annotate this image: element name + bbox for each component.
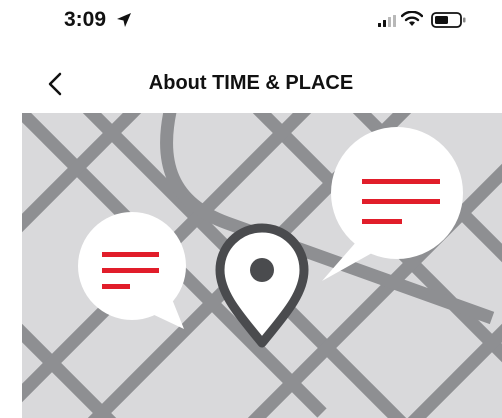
status-time: 3:09	[64, 8, 107, 31]
battery-icon	[431, 12, 466, 28]
wifi-icon	[401, 11, 423, 26]
cellular-signal-icon	[378, 15, 396, 27]
page-title: About TIME & PLACE	[148, 72, 354, 94]
nav-bar: About TIME & PLACE	[0, 64, 502, 108]
status-bar: 3:09	[0, 0, 502, 44]
map-illustration	[22, 113, 502, 418]
hero-illustration	[22, 113, 502, 418]
location-arrow-icon	[117, 13, 131, 27]
